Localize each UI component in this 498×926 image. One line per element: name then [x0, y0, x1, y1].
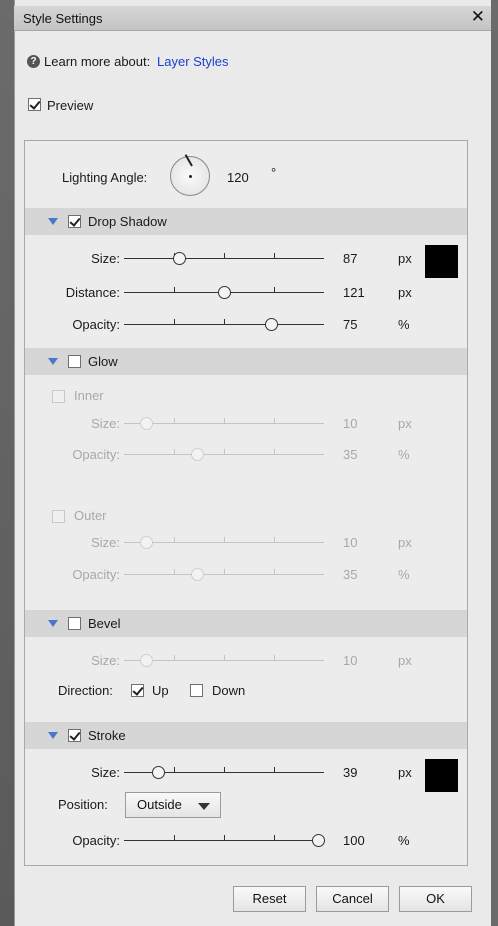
bevel-direction-label: Direction: [58, 683, 113, 698]
outer-glow-checkbox[interactable] [52, 510, 65, 523]
drop-shadow-distance-value: 121 [343, 285, 365, 300]
outer-size-slider[interactable] [124, 542, 324, 543]
outer-opacity-unit: % [398, 567, 410, 582]
stroke-size-label: Size: [91, 765, 120, 780]
outer-size-unit: px [398, 535, 412, 550]
preview-label: Preview [47, 98, 94, 113]
chevron-down-icon [198, 803, 210, 810]
glow-header[interactable]: Glow [25, 348, 467, 375]
outer-opacity-label: Opacity: [72, 567, 120, 582]
background-right [491, 0, 498, 926]
stroke-checkbox[interactable] [68, 729, 81, 742]
stroke-opacity-unit: % [398, 833, 410, 848]
bevel-size-thumb[interactable] [140, 654, 153, 667]
bevel-down-label: Down [212, 683, 246, 698]
ok-button[interactable]: OK [399, 886, 472, 912]
bevel-up-label: Up [152, 683, 169, 698]
inner-size-label: Size: [91, 416, 120, 431]
inner-glow-label: Inner [74, 388, 104, 403]
stroke-position-label: Position: [58, 797, 108, 812]
stroke-opacity-thumb[interactable] [312, 834, 325, 847]
stroke-position-value: Outside [137, 797, 182, 812]
degree-symbol: ° [271, 165, 277, 180]
inner-glow-checkbox[interactable] [52, 390, 65, 403]
close-icon[interactable]: ✕ [471, 7, 485, 27]
drop-shadow-size-thumb[interactable] [173, 252, 186, 265]
bevel-size-label: Size: [91, 653, 120, 668]
drop-shadow-opacity-slider[interactable] [124, 324, 324, 325]
drop-shadow-header[interactable]: Drop Shadow [25, 208, 467, 235]
inner-opacity-label: Opacity: [72, 447, 120, 462]
outer-glow-label: Outer [74, 508, 107, 523]
expand-triangle-icon[interactable] [48, 732, 58, 739]
preview-checkbox[interactable] [28, 98, 41, 111]
question-icon: ? [27, 55, 40, 68]
stroke-color-swatch[interactable] [425, 759, 458, 792]
inner-opacity-value: 35 [343, 447, 358, 462]
outer-opacity-slider[interactable] [124, 574, 324, 575]
expand-triangle-icon[interactable] [48, 620, 58, 627]
bevel-checkbox[interactable] [68, 617, 81, 630]
drop-shadow-size-slider[interactable] [124, 258, 324, 259]
drop-shadow-size-label: Size: [91, 251, 120, 266]
drop-shadow-distance-thumb[interactable] [218, 286, 231, 299]
drop-shadow-opacity-value: 75 [343, 317, 358, 332]
cancel-button[interactable]: Cancel [316, 886, 389, 912]
outer-size-value: 10 [343, 535, 358, 550]
expand-triangle-icon[interactable] [48, 358, 58, 365]
stroke-size-thumb[interactable] [152, 766, 165, 779]
title-bar[interactable]: Style Settings ✕ [14, 6, 491, 31]
drop-shadow-size-unit: px [398, 251, 412, 266]
drop-shadow-distance-label: Distance: [65, 285, 120, 300]
inner-size-value: 10 [343, 416, 358, 431]
stroke-title: Stroke [88, 728, 126, 743]
window-title: Style Settings [23, 11, 103, 26]
stroke-size-value: 39 [343, 765, 358, 780]
reset-button[interactable]: Reset [233, 886, 306, 912]
lighting-angle-dial[interactable] [170, 154, 210, 196]
stroke-header[interactable]: Stroke [25, 722, 467, 749]
drop-shadow-checkbox[interactable] [68, 215, 81, 228]
inner-size-thumb[interactable] [140, 417, 153, 430]
expand-triangle-icon[interactable] [48, 218, 58, 225]
bevel-size-value: 10 [343, 653, 358, 668]
inner-size-unit: px [398, 416, 412, 431]
outer-size-label: Size: [91, 535, 120, 550]
drop-shadow-opacity-thumb[interactable] [265, 318, 278, 331]
bevel-down-checkbox[interactable] [190, 684, 203, 697]
learn-more-text: Learn more about: [44, 54, 151, 69]
stroke-opacity-label: Opacity: [72, 833, 120, 848]
drop-shadow-distance-unit: px [398, 285, 412, 300]
background-left [0, 0, 14, 926]
drop-shadow-size-value: 87 [343, 251, 358, 266]
glow-title: Glow [88, 354, 118, 369]
stroke-position-dropdown[interactable]: Outside [125, 792, 221, 818]
bevel-size-slider[interactable] [124, 660, 324, 661]
drop-shadow-title: Drop Shadow [88, 214, 167, 229]
inner-opacity-unit: % [398, 447, 410, 462]
inner-size-slider[interactable] [124, 423, 324, 424]
outer-size-thumb[interactable] [140, 536, 153, 549]
stroke-opacity-value: 100 [343, 833, 365, 848]
bevel-title: Bevel [88, 616, 121, 631]
layer-styles-link[interactable]: Layer Styles [157, 54, 229, 69]
stroke-opacity-slider[interactable] [124, 840, 324, 841]
stroke-size-unit: px [398, 765, 412, 780]
outer-opacity-value: 35 [343, 567, 358, 582]
outer-opacity-thumb[interactable] [191, 568, 204, 581]
drop-shadow-opacity-label: Opacity: [72, 317, 120, 332]
bevel-size-unit: px [398, 653, 412, 668]
settings-panel [24, 140, 468, 866]
lighting-angle-value: 120 [227, 170, 249, 185]
lighting-angle-label: Lighting Angle: [62, 170, 148, 185]
bevel-header[interactable]: Bevel [25, 610, 467, 637]
inner-opacity-thumb[interactable] [191, 448, 204, 461]
glow-checkbox[interactable] [68, 355, 81, 368]
drop-shadow-opacity-unit: % [398, 317, 410, 332]
drop-shadow-color-swatch[interactable] [425, 245, 458, 278]
bevel-up-checkbox[interactable] [131, 684, 144, 697]
inner-opacity-slider[interactable] [124, 454, 324, 455]
